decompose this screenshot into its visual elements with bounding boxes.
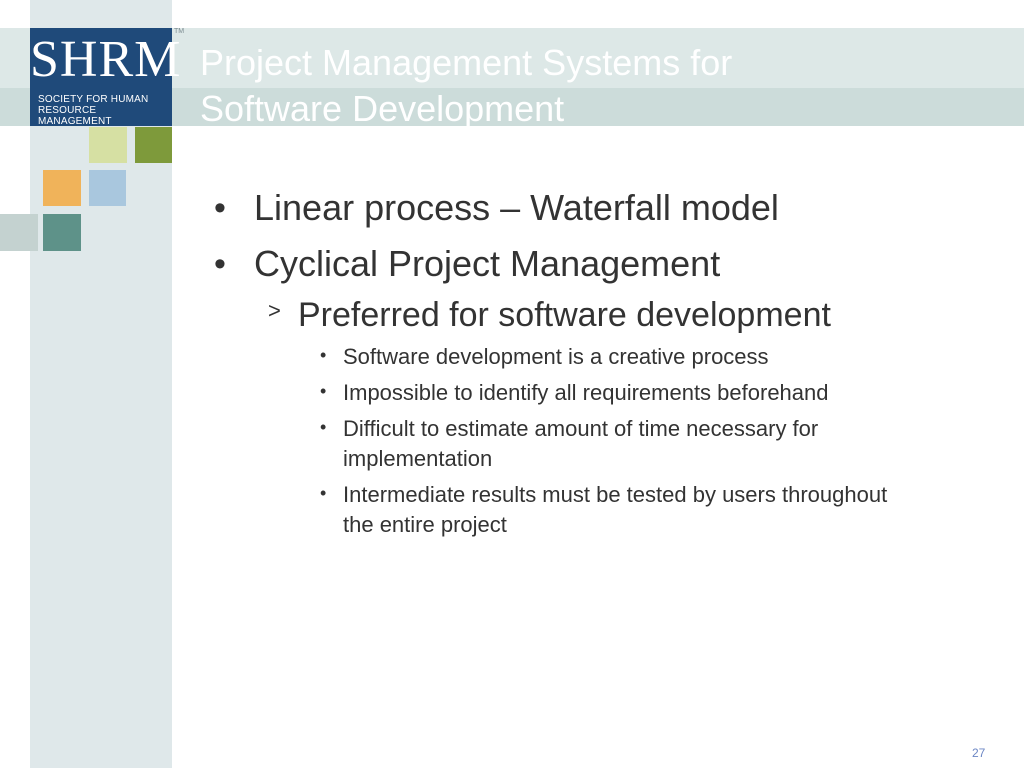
sub-sub-bullet-item: • Software development is a creative pro… <box>200 342 923 372</box>
bullet-icon: • <box>320 483 327 503</box>
sub-bullet-text: Preferred for software development <box>298 296 831 334</box>
decor-square-teal <box>43 214 81 251</box>
bullet-text: Linear process – Waterfall model <box>254 187 779 228</box>
bullet-icon: • <box>320 417 327 437</box>
bullet-icon: • <box>214 189 226 227</box>
decor-square-lime <box>89 127 127 163</box>
shrm-logo: SHRM SOCIETY FOR HUMAN RESOURCE MANAGEME… <box>30 28 182 127</box>
sub-sub-bullet-item: • Intermediate results must be tested by… <box>200 480 923 540</box>
slide-title-line2: Software Development <box>200 88 565 129</box>
sub-sub-bullet-item: • Impossible to identify all requirement… <box>200 378 923 408</box>
bullet-icon: • <box>214 245 226 283</box>
logo-letters: SHRM <box>30 31 182 88</box>
decor-square-blue <box>89 170 126 206</box>
slide-title-line1: Project Management Systems for <box>200 42 733 83</box>
slide-content: • Linear process – Waterfall model • Cyc… <box>200 186 960 546</box>
chevron-right-icon: > <box>268 298 281 323</box>
logo-subtitle-line2: RESOURCE MANAGEMENT <box>38 105 112 127</box>
bullet-item: • Cyclical Project Management <box>200 242 960 286</box>
bullet-icon: • <box>320 345 327 365</box>
bullet-text: Cyclical Project Management <box>254 243 721 284</box>
trademark-mark: TM <box>174 28 185 35</box>
sub-sub-bullet-text: Software development is a creative proce… <box>343 344 769 369</box>
logo-subtitle-line1: SOCIETY FOR HUMAN <box>38 94 149 105</box>
decor-square-green <box>135 127 172 163</box>
slide-title: Project Management Systems for Software … <box>200 40 900 132</box>
bullet-item: • Linear process – Waterfall model <box>200 186 960 230</box>
bullet-icon: • <box>320 381 327 401</box>
page-number: 27 <box>972 746 986 760</box>
sub-sub-bullet-text: Impossible to identify all requirements … <box>343 380 829 405</box>
decor-square-orange <box>43 170 81 206</box>
sub-sub-bullet-text: Difficult to estimate amount of time nec… <box>343 416 819 471</box>
sub-sub-bullet-item: • Difficult to estimate amount of time n… <box>200 414 923 474</box>
sub-sub-bullet-text: Intermediate results must be tested by u… <box>343 482 888 537</box>
sub-bullet-item: > Preferred for software development <box>200 294 960 336</box>
logo-subtitle: SOCIETY FOR HUMAN RESOURCE MANAGEMENT <box>38 94 168 127</box>
decor-square-gray <box>0 214 38 251</box>
